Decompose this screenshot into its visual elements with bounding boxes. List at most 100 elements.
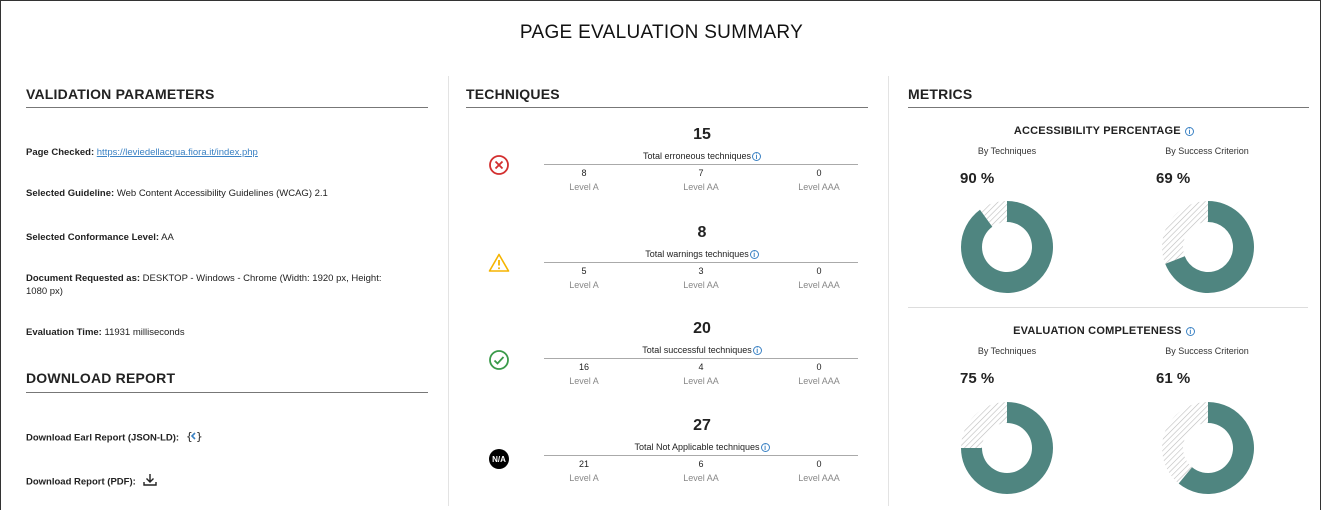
- info-icon[interactable]: i: [752, 346, 762, 356]
- evaluation-completeness-title-text: EVALUATION COMPLETENESS: [1013, 325, 1182, 337]
- level-aaa-label: Level AAA: [798, 376, 840, 386]
- page-title: PAGE EVALUATION SUMMARY: [519, 22, 804, 43]
- level-aa-label: Level AA: [683, 280, 719, 290]
- document-label: Document Requested as:: [26, 273, 141, 284]
- accessibility-techniques-percentage: 90 %: [960, 170, 995, 187]
- pdf-report-label: Download Report (PDF):: [26, 476, 136, 488]
- level-a-label: Level A: [569, 473, 599, 483]
- accessibility-percentage-title-text: ACCESSIBILITY PERCENTAGE: [1013, 125, 1181, 137]
- successful-total: 20: [693, 320, 711, 337]
- level-divider: [544, 455, 858, 456]
- by-success-criterion-label: By Success Criterion: [1165, 346, 1249, 356]
- evaluation-time-label: Evaluation Time:: [26, 327, 102, 338]
- by-success-criterion-label: By Success Criterion: [1165, 146, 1249, 156]
- level-aaa-label: Level AAA: [798, 280, 840, 290]
- accessibility-techniques-donut: [961, 201, 1053, 293]
- accessibility-criterion-donut: [1162, 201, 1254, 293]
- page-checked-row: Page Checked: https://leviedellacqua.fio…: [26, 146, 426, 159]
- warnings-total: 8: [697, 224, 707, 241]
- completeness-techniques-donut: [961, 402, 1053, 494]
- guideline-value: Web Content Accessibility Guidelines (WC…: [116, 188, 328, 199]
- success-icon: [488, 349, 510, 371]
- warning-techniques-block: 8 Total warnings techniques i 5 Level A 3 L…: [466, 224, 866, 316]
- info-icon[interactable]: i: [760, 443, 770, 453]
- level-a-value: 21: [578, 459, 589, 469]
- document-row: Document Requested as: DESKTOP - Windows…: [26, 272, 396, 298]
- guideline-label: Selected Guideline:: [26, 188, 115, 199]
- level-aaa-value: 0: [816, 168, 822, 178]
- warnings-caption: Total warnings techniques i: [544, 249, 860, 260]
- level-divider: [544, 164, 858, 165]
- section-divider: [26, 392, 428, 393]
- conformance-value: AA: [161, 232, 174, 243]
- erroneous-total: 15: [693, 126, 711, 143]
- conformance-row: Selected Conformance Level: AA: [26, 231, 426, 244]
- warning-icon: [488, 252, 510, 274]
- info-icon[interactable]: i: [749, 250, 759, 260]
- info-icon[interactable]: i: [1185, 126, 1195, 136]
- erroneous-caption: Total erroneous techniques i: [544, 151, 860, 162]
- completeness-criterion-percentage: 61 %: [1156, 370, 1191, 387]
- level-aa-value: 6: [698, 459, 704, 469]
- earl-report-label: Download Earl Report (JSON-LD):: [26, 432, 180, 444]
- level-aaa-value: 0: [816, 362, 822, 372]
- page-checked-link[interactable]: https://leviedellacqua.fiora.it/index.ph…: [97, 147, 258, 158]
- evaluation-time-row: Evaluation Time: 11931 milliseconds: [26, 326, 426, 339]
- level-a-label: Level A: [569, 376, 599, 386]
- column-divider: [448, 76, 449, 506]
- completeness-techniques-percentage: 75 %: [960, 370, 995, 387]
- by-techniques-label: By Techniques: [977, 146, 1037, 156]
- level-aaa-label: Level AAA: [798, 182, 840, 192]
- accessibility-percentage-title: ACCESSIBILITY PERCENTAGE i: [904, 125, 1304, 137]
- by-techniques-label: By Techniques: [977, 346, 1037, 356]
- not-applicable-total: 27: [693, 417, 711, 434]
- level-aa-label: Level AA: [683, 182, 719, 192]
- not-applicable-techniques-block: N/A 27 Total Not Applicable techniques i …: [466, 417, 866, 509]
- info-icon[interactable]: i: [1185, 326, 1195, 336]
- download-report-heading: DOWNLOAD REPORT: [26, 370, 176, 386]
- section-divider: [908, 107, 1309, 108]
- erroneous-caption-text: Total erroneous techniques: [642, 151, 752, 161]
- level-aaa-value: 0: [816, 459, 822, 469]
- svg-text:N/A: N/A: [492, 455, 506, 464]
- svg-text:}: }: [196, 430, 202, 442]
- level-aa-value: 3: [698, 266, 704, 276]
- level-a-value: 5: [581, 266, 587, 276]
- techniques-heading: TECHNIQUES: [466, 86, 560, 102]
- validation-parameters-heading: VALIDATION PARAMETERS: [26, 86, 215, 102]
- level-aa-value: 4: [698, 362, 704, 372]
- level-aaa-label: Level AAA: [798, 473, 840, 483]
- not-applicable-caption: Total Not Applicable techniques i: [544, 442, 860, 453]
- level-a-label: Level A: [569, 182, 599, 192]
- level-aa-label: Level AA: [683, 473, 719, 483]
- download-icon[interactable]: [142, 473, 158, 491]
- evaluation-completeness-title: EVALUATION COMPLETENESS i: [904, 325, 1304, 337]
- level-a-value: 16: [578, 362, 589, 372]
- successful-caption: Total successful techniques i: [544, 345, 860, 356]
- guideline-row: Selected Guideline: Web Content Accessib…: [26, 187, 426, 200]
- level-a-value: 8: [581, 168, 587, 178]
- accessibility-criterion-percentage: 69 %: [1156, 170, 1191, 187]
- earl-report-row: Download Earl Report (JSON-LD): { }: [26, 430, 426, 446]
- evaluation-time-value: 11931 milliseconds: [104, 327, 185, 338]
- metrics-heading: METRICS: [908, 86, 973, 102]
- donut-remaining-segment: [1162, 402, 1208, 484]
- level-aa-label: Level AA: [683, 376, 719, 386]
- level-aa-value: 7: [698, 168, 704, 178]
- pdf-report-row: Download Report (PDF):: [26, 473, 426, 491]
- donut-remaining-segment: [961, 402, 1007, 448]
- metrics-divider: [908, 307, 1308, 308]
- completeness-criterion-donut: [1162, 402, 1254, 494]
- successful-techniques-block: 20 Total successful techniques i 16 Level …: [466, 320, 866, 412]
- json-ld-download-icon[interactable]: { }: [186, 430, 203, 446]
- info-icon[interactable]: i: [752, 152, 762, 162]
- successful-caption-text: Total successful techniques: [642, 345, 752, 355]
- section-divider: [466, 107, 868, 108]
- level-a-label: Level A: [569, 280, 599, 290]
- section-divider: [26, 107, 428, 108]
- column-divider: [888, 76, 889, 506]
- donut-value-segment: [961, 201, 1053, 293]
- error-icon: [488, 154, 510, 176]
- page-checked-label: Page Checked:: [26, 147, 95, 158]
- not-applicable-caption-text: Total Not Applicable techniques: [634, 442, 760, 452]
